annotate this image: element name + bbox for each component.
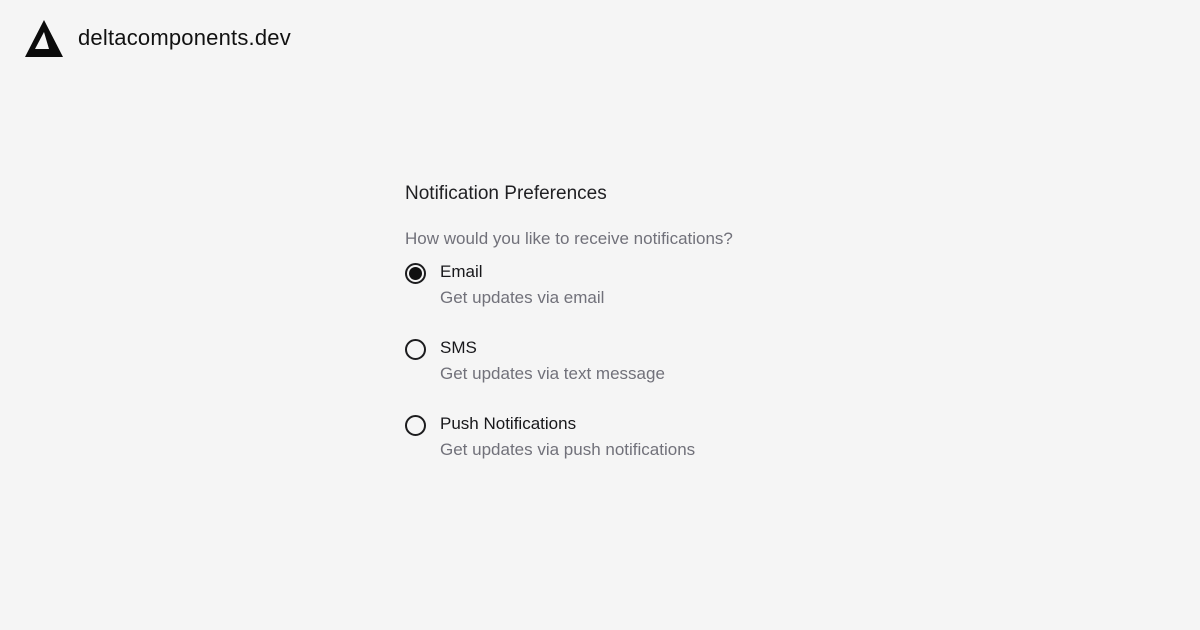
option-email[interactable]: Email Get updates via email: [405, 261, 825, 317]
brand-name: deltacomponents.dev: [78, 25, 291, 50]
form-question: How would you like to receive notificati…: [405, 229, 733, 248]
brand[interactable]: deltacomponents.dev: [25, 19, 291, 57]
delta-triangle-icon: [25, 19, 63, 57]
form-title: Notification Preferences: [405, 183, 607, 204]
option-description-push: Get updates via push notifications: [440, 440, 696, 459]
radio-email[interactable]: [405, 263, 426, 284]
option-label-push: Push Notifications: [440, 414, 577, 433]
option-description-sms: Get updates via text message: [440, 364, 665, 383]
option-description-email: Get updates via email: [440, 288, 605, 307]
option-label-email: Email: [440, 262, 483, 281]
option-push[interactable]: Push Notifications Get updates via push …: [405, 413, 825, 469]
option-label-sms: SMS: [440, 338, 477, 357]
option-sms[interactable]: SMS Get updates via text message: [405, 337, 825, 393]
notification-preferences-form: Notification Preferences How would you l…: [405, 180, 825, 459]
radio-push[interactable]: [405, 415, 426, 436]
radio-sms[interactable]: [405, 339, 426, 360]
